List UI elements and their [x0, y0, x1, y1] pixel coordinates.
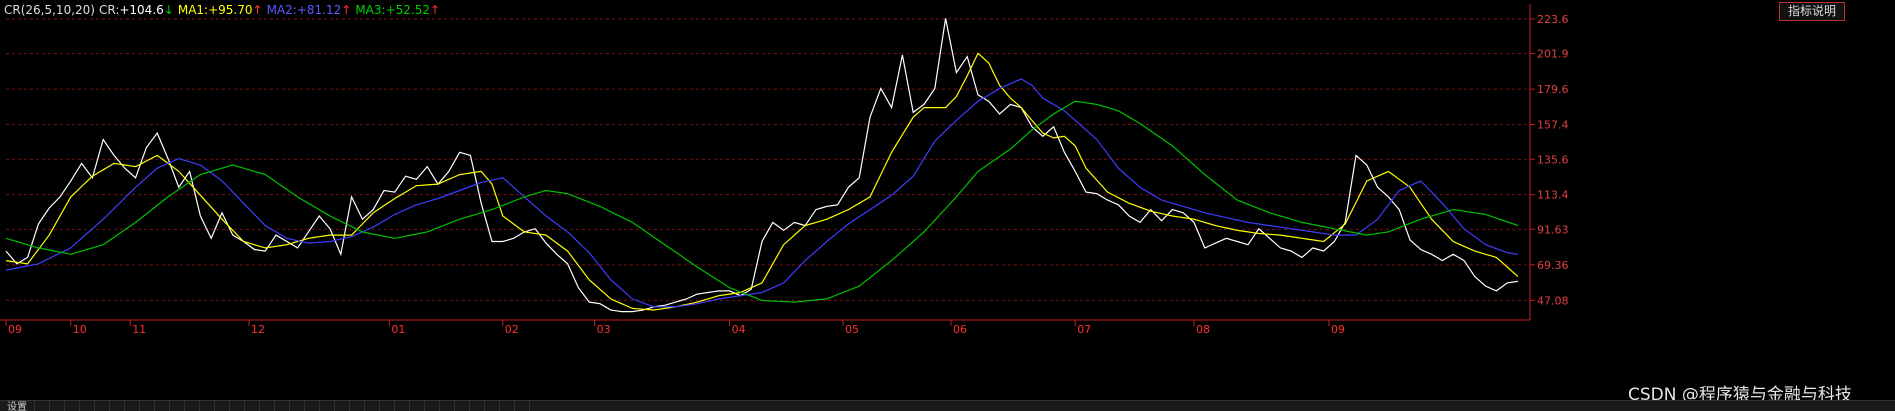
ma2-label: MA2: [266, 3, 297, 17]
y-tick-label: 223.6 [1537, 13, 1569, 26]
x-tick-label: 05 [845, 323, 859, 336]
series-line-ma1 [5, 52, 1519, 311]
cr-label: CR: [98, 3, 120, 17]
y-tick-label: 69.36 [1537, 259, 1569, 272]
x-tick-label: 09 [8, 323, 22, 336]
x-tick-label: 02 [505, 323, 519, 336]
indicator-header: CR(26,5,10,20) CR:+104.6↓ MA1:+95.70↑ MA2:+… [4, 3, 444, 17]
x-tick-label: 06 [953, 323, 967, 336]
x-tick-label: 12 [251, 323, 265, 336]
y-tick-label: 201.9 [1537, 48, 1569, 61]
x-tick-label: 08 [1196, 323, 1210, 336]
ma1-label: MA1: [177, 3, 209, 17]
series-line-ma3 [5, 100, 1519, 303]
chart-series [5, 18, 1519, 313]
x-tick-label: 07 [1077, 323, 1091, 336]
y-tick-label: 135.6 [1537, 153, 1569, 166]
indicator-name: CR(26,5,10,20) [4, 3, 95, 17]
x-tick-label: 03 [597, 323, 611, 336]
x-tick-label: 11 [132, 323, 146, 336]
chart-axes [0, 4, 1531, 321]
x-tick-label: 01 [391, 323, 405, 336]
x-tick-label: 09 [1331, 323, 1345, 336]
ma3-arrow: ↑ [429, 3, 441, 17]
ma1-arrow: ↑ [252, 3, 263, 17]
cr-value: +104.6 [119, 3, 164, 17]
ma2-value: +81.12 [296, 3, 342, 17]
y-tick-label: 179.6 [1537, 83, 1569, 96]
ma2-arrow: ↑ [341, 3, 352, 17]
y-tick-label: 91.63 [1537, 223, 1569, 236]
y-axis-ticks: 223.6 201.9 179.6 157.4 135.6 113.4 91.63 69.36… [1530, 13, 1569, 307]
cr-arrow: ↓ [163, 3, 174, 17]
ma3-value: +52.52 [385, 3, 430, 17]
chart-grid [6, 18, 1530, 301]
series-line-ma2 [5, 78, 1519, 308]
x-tick-label: 04 [732, 323, 746, 336]
x-axis-ticks: 09 10 11 12 01 02 03 04 05 06 07 08 09 [5, 320, 1345, 336]
ma3-label: MA3: [355, 3, 386, 17]
y-tick-label: 157.4 [1537, 119, 1569, 132]
cr-indicator-chart: 223.6 201.9 179.6 157.4 135.6 113.4 91.63 69.36… [0, 4, 1569, 336]
indicator-tab-bar: 设置 [0, 400, 1895, 411]
ma1-value: +95.70 [208, 3, 253, 17]
indicator-explain-button[interactable]: 指标说明 [1779, 2, 1845, 21]
y-tick-label: 47.08 [1537, 294, 1569, 307]
x-tick-label: 10 [73, 323, 87, 336]
y-tick-label: 113.4 [1537, 189, 1569, 202]
